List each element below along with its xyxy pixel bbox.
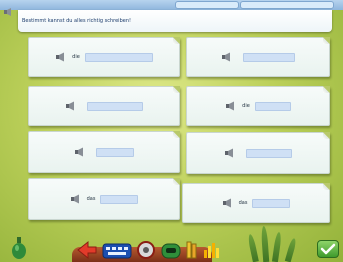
page-curl: [173, 86, 180, 93]
card-word: das: [238, 200, 248, 206]
grass-blade: [247, 233, 259, 262]
card-word: die: [242, 103, 250, 109]
page-curl: [173, 131, 180, 138]
card-word: die: [72, 54, 80, 60]
answer-input[interactable]: [246, 148, 292, 158]
speaker-icon[interactable]: [225, 101, 237, 111]
exercise-card: [186, 37, 330, 77]
answer-input[interactable]: [100, 194, 139, 204]
exercise-card: [186, 132, 330, 174]
exercise-card: das: [28, 178, 180, 220]
speaker-icon[interactable]: [221, 52, 233, 62]
exercise-card: die: [186, 86, 330, 126]
exercise-card: [28, 86, 180, 126]
speaker-icon[interactable]: [74, 147, 86, 157]
speaker-icon[interactable]: [65, 101, 77, 111]
page-curl: [173, 178, 180, 185]
keyboard-icon[interactable]: [102, 242, 132, 260]
page-curl: [173, 37, 180, 44]
answer-input[interactable]: [87, 101, 143, 111]
card-word: das: [86, 196, 96, 202]
green-bottle-icon[interactable]: [10, 236, 28, 260]
exercise-card: die: [28, 37, 180, 77]
speaker-icon[interactable]: [224, 148, 236, 158]
top-tab-slot: [240, 1, 334, 9]
ok-button[interactable]: [317, 240, 339, 258]
exercise-card: [28, 131, 180, 173]
top-tab-slot: [175, 1, 239, 9]
page-curl: [323, 132, 330, 139]
exercise-card: das: [182, 183, 330, 223]
grass-blade: [260, 225, 270, 262]
green-helmet-icon[interactable]: [160, 240, 182, 260]
speaker-icon[interactable]: [70, 194, 82, 204]
instruction-text: Bestimmt kannst du alles richtig schreib…: [22, 18, 131, 24]
answer-input[interactable]: [254, 101, 291, 111]
page-curl: [323, 37, 330, 44]
books-icon[interactable]: [186, 240, 200, 260]
answer-input[interactable]: [96, 147, 134, 157]
top-bar: [0, 0, 343, 10]
instruction-banner: Bestimmt kannst du alles richtig schreib…: [18, 10, 332, 32]
page-curl: [323, 86, 330, 93]
bar-chart-icon[interactable]: [202, 240, 222, 260]
checkmark-icon: [320, 243, 336, 255]
lifebuoy-icon[interactable]: [136, 240, 156, 260]
bottom-toolbar: [0, 225, 343, 262]
page-curl: [323, 183, 330, 190]
answer-input[interactable]: [243, 52, 295, 62]
red-arrow-icon[interactable]: [76, 240, 98, 260]
speaker-icon[interactable]: [222, 198, 234, 208]
answer-input[interactable]: [84, 52, 153, 62]
answer-input[interactable]: [252, 198, 291, 208]
speaker-icon[interactable]: [55, 52, 67, 62]
instruction-speaker-icon[interactable]: [3, 7, 13, 17]
grass-blade: [284, 237, 298, 262]
grass-blade: [271, 231, 283, 262]
